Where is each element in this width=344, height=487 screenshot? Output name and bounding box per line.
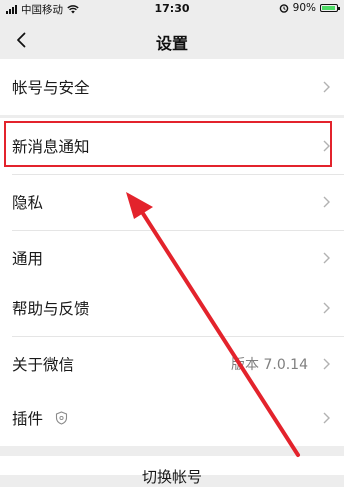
chevron-right-icon — [323, 412, 330, 424]
section-plugins: 插件 — [0, 390, 344, 446]
switch-account-button[interactable]: 切换帐号 — [0, 466, 344, 487]
alarm-icon — [279, 4, 288, 13]
row-label: 隐私 — [12, 194, 44, 212]
chevron-right-icon — [323, 81, 330, 93]
row-help-feedback[interactable]: 帮助与反馈 — [0, 280, 344, 336]
chevron-right-icon — [323, 358, 330, 370]
section-help-about: 帮助与反馈 关于微信 版本 7.0.14 — [0, 280, 344, 392]
row-label: 通用 — [12, 250, 44, 268]
row-privacy[interactable]: 隐私 — [0, 174, 344, 230]
status-right: 90% — [279, 2, 340, 14]
shield-icon — [55, 411, 68, 425]
row-plugins[interactable]: 插件 — [0, 390, 344, 446]
row-label: 帮助与反馈 — [12, 300, 90, 318]
row-label: 关于微信 — [12, 356, 75, 374]
row-about-wechat[interactable]: 关于微信 版本 7.0.14 — [0, 336, 344, 392]
row-general[interactable]: 通用 — [0, 230, 344, 286]
section-account: 帐号与安全 — [0, 59, 344, 115]
row-label: 帐号与安全 — [12, 79, 90, 97]
status-bar: 中国移动 17:30 90% — [0, 0, 344, 18]
chevron-right-icon — [323, 302, 330, 314]
chevron-right-icon — [323, 252, 330, 264]
row-label: 插件 — [12, 410, 44, 428]
version-value: 版本 7.0.14 — [231, 357, 308, 373]
battery-percent: 90% — [292, 2, 316, 14]
battery-icon — [320, 4, 340, 12]
navigation-bar: 设置 — [0, 18, 344, 62]
highlight-box — [4, 121, 332, 167]
row-account-security[interactable]: 帐号与安全 — [0, 59, 344, 115]
chevron-right-icon — [323, 196, 330, 208]
page-title: 设置 — [155, 34, 188, 53]
